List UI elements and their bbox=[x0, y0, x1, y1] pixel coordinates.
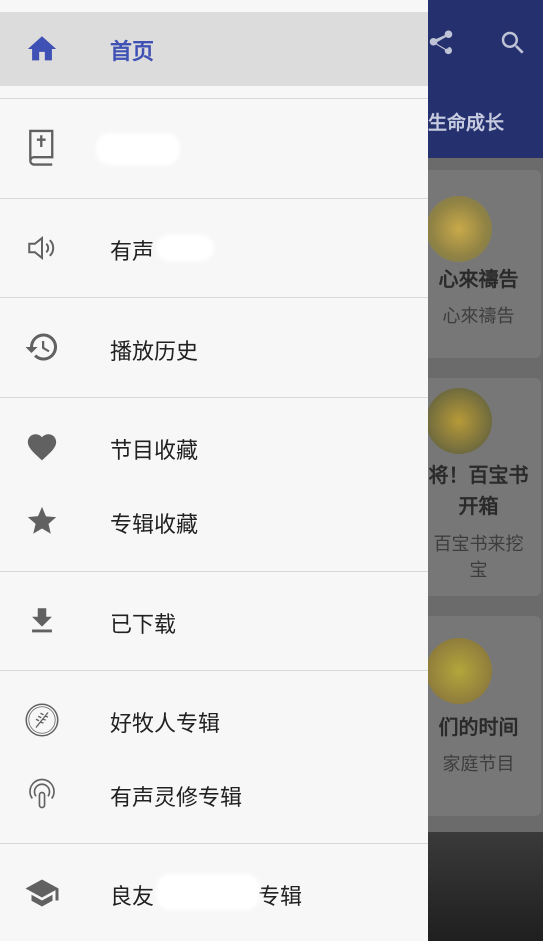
nav-item-audio-devotion-album[interactable]: 有声灵修专辑 bbox=[0, 761, 428, 827]
divider bbox=[0, 397, 428, 398]
nav-item-label: 有声灵修专辑 bbox=[110, 786, 243, 811]
divider bbox=[0, 670, 428, 671]
nav-item-label: 好牧人专辑 bbox=[110, 712, 221, 737]
nav-item-album-favorites[interactable]: 专辑收藏 bbox=[0, 488, 428, 554]
redaction-mark bbox=[96, 133, 180, 165]
nav-item-program-favorites[interactable]: 节目收藏 bbox=[0, 414, 428, 480]
card-thumbnail bbox=[426, 388, 492, 454]
card-title: 将！百宝书 开箱 bbox=[428, 463, 529, 518]
podcast-icon bbox=[24, 776, 60, 812]
nav-item-liangyou-album[interactable]: 良友 专辑 bbox=[0, 844, 428, 941]
nav-item-label: 播放历史 bbox=[110, 340, 199, 365]
bible-icon bbox=[24, 129, 60, 166]
nav-item-label: 已下载 bbox=[110, 613, 177, 638]
nav-item-downloaded[interactable]: 已下载 bbox=[0, 572, 428, 670]
card-title: 们的时间 bbox=[438, 715, 519, 739]
background-card: 将！百宝书 开箱 百宝书来挖 宝 bbox=[416, 378, 541, 596]
nav-item-bible[interactable] bbox=[0, 99, 428, 198]
background-card: 心來禱告 心來禱告 bbox=[416, 170, 541, 358]
nav-item-good-shepherd-album[interactable]: 好牧人专辑 bbox=[0, 687, 428, 753]
nav-item-audio[interactable]: 有声 bbox=[0, 199, 428, 297]
nav-item-history[interactable]: 播放历史 bbox=[0, 298, 428, 397]
home-icon bbox=[24, 31, 60, 67]
nav-item-label: 专辑收藏 bbox=[110, 513, 199, 538]
card-thumbnail bbox=[426, 638, 492, 704]
background-player-bar bbox=[428, 832, 543, 941]
search-icon bbox=[496, 26, 530, 60]
background-tab: 生命成长 bbox=[428, 112, 505, 134]
star-icon bbox=[24, 503, 60, 539]
heart-icon bbox=[24, 429, 60, 465]
wheat-badge-icon bbox=[24, 702, 60, 738]
nav-item-label: 良友 bbox=[110, 885, 155, 910]
status-bar bbox=[0, 0, 428, 12]
graduation-cap-icon bbox=[24, 875, 60, 911]
nav-item-label-suffix: 专辑 bbox=[258, 885, 303, 910]
history-icon bbox=[24, 329, 60, 365]
card-thumbnail bbox=[426, 196, 492, 262]
redaction-mark bbox=[156, 874, 260, 910]
card-subtitle: 心來禱告 bbox=[442, 306, 515, 327]
background-card: 们的时间 家庭节目 bbox=[416, 616, 541, 816]
download-icon bbox=[24, 603, 60, 639]
nav-item-label: 节目收藏 bbox=[110, 439, 199, 464]
nav-item-home[interactable]: 首页 bbox=[0, 12, 428, 86]
redaction-mark bbox=[156, 235, 214, 261]
card-title: 心來禱告 bbox=[438, 267, 519, 291]
share-icon bbox=[424, 26, 458, 60]
speaker-icon bbox=[24, 230, 60, 266]
nav-item-label: 首页 bbox=[110, 40, 155, 65]
nav-item-label: 有声 bbox=[110, 240, 155, 265]
card-subtitle: 百宝书来挖 宝 bbox=[433, 534, 524, 581]
card-subtitle: 家庭节目 bbox=[442, 754, 515, 775]
navigation-drawer: 首页 有声 播放历史 节目收藏 专辑收藏 已下载 好牧人专辑 有声灵修专辑 良友… bbox=[0, 0, 428, 941]
